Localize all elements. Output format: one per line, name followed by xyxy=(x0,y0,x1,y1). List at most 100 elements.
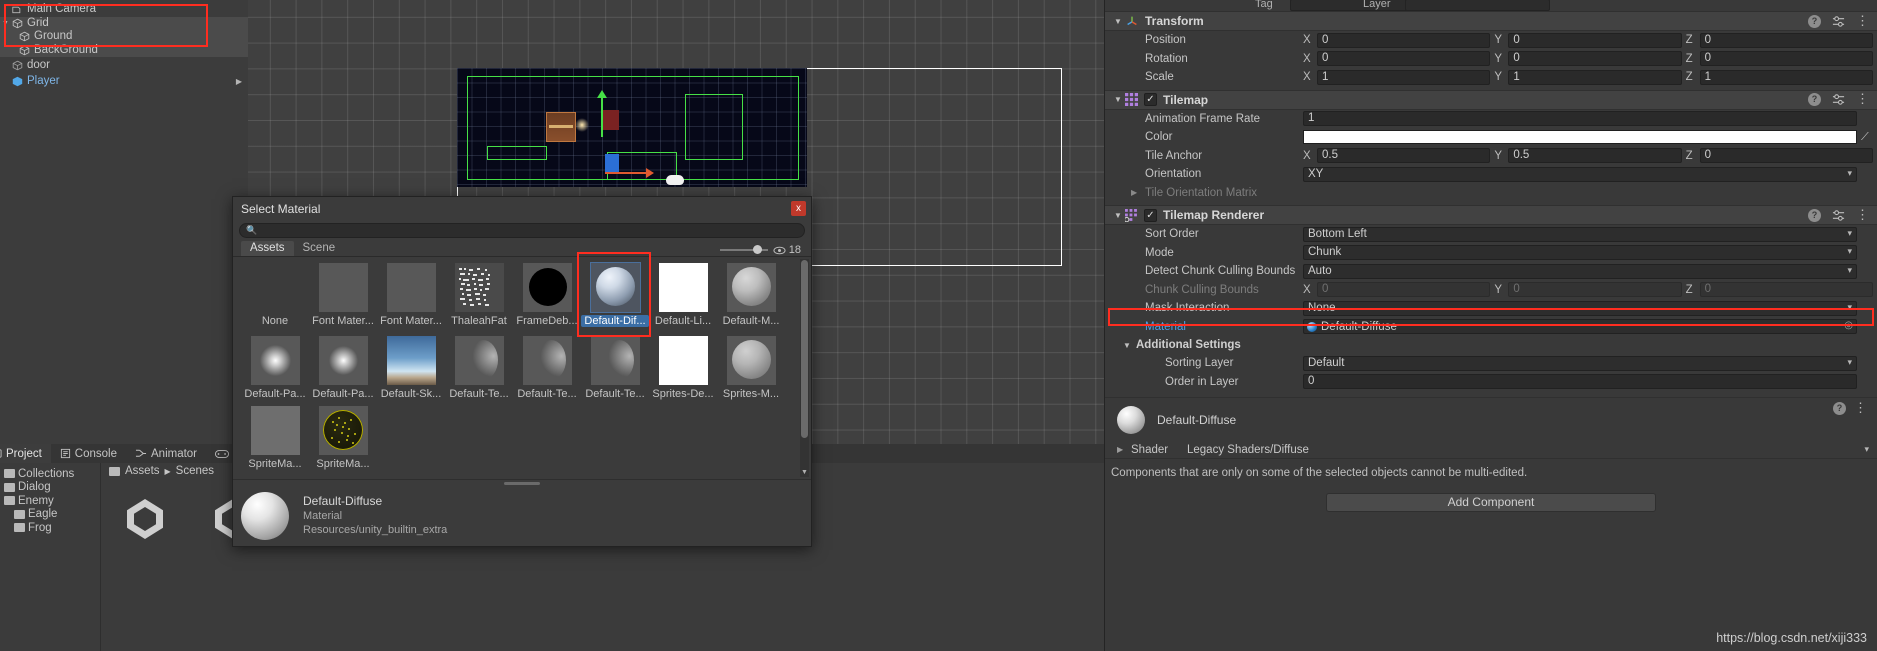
help-icon[interactable]: ? xyxy=(1808,208,1821,222)
material-thumbnail[interactable] xyxy=(658,336,708,385)
foldout-icon[interactable] xyxy=(0,3,11,17)
rotation-y-field[interactable]: 0 xyxy=(1508,51,1682,67)
rotation-x-field[interactable]: 0 xyxy=(1317,51,1491,67)
scale-x-field[interactable]: 1 xyxy=(1317,69,1491,85)
preset-icon[interactable] xyxy=(1832,93,1845,106)
material-thumbnail[interactable] xyxy=(250,406,300,455)
dialog-material-grid[interactable]: None Font Mater... Font Mater... Thaleah… xyxy=(241,262,797,476)
hierarchy-row-ground[interactable]: Ground xyxy=(0,30,248,44)
material-cell-font-material-1[interactable]: Font Mater... xyxy=(309,263,377,330)
project-folder-tree[interactable]: Collections Dialog Enemy Eagle Frog xyxy=(0,463,100,651)
vector3-field[interactable]: X0 Y0 Z0 xyxy=(1303,32,1877,48)
layer-dropdown[interactable] xyxy=(1405,0,1550,11)
property-row-mode[interactable]: Mode Chunk xyxy=(1105,244,1877,263)
material-cell-default-skybox[interactable]: Default-Sk... xyxy=(377,336,445,400)
thumbnail-size-slider[interactable] xyxy=(719,245,768,254)
material-thumbnail[interactable] xyxy=(590,336,640,385)
material-thumbnail[interactable] xyxy=(658,263,708,312)
inspector-panel[interactable]: Tag Layer ▼ Transform ? ⋮ Position X0 Y0… xyxy=(1104,0,1877,651)
vector3-field[interactable]: X1 Y1 Z1 xyxy=(1303,69,1877,85)
property-row-rotation[interactable]: Rotation X0 Y0 Z0 xyxy=(1105,50,1877,69)
foldout-icon[interactable] xyxy=(0,59,11,73)
material-thumbnail[interactable] xyxy=(454,263,504,312)
select-material-dialog[interactable]: Select Material x 🔍 Assets Scene 18 None… xyxy=(232,196,812,547)
position-y-field[interactable]: 0 xyxy=(1508,32,1682,48)
property-row-sort-order[interactable]: Sort Order Bottom Left xyxy=(1105,225,1877,244)
tab-assets[interactable]: Assets xyxy=(241,241,294,256)
help-icon[interactable]: ? xyxy=(1808,93,1821,106)
property-row-detect-chunk-culling-bounds[interactable]: Detect Chunk Culling Bounds Auto xyxy=(1105,262,1877,281)
material-cell-sprites-default[interactable]: Sprites-De... xyxy=(649,336,717,400)
kebab-menu-icon[interactable]: ⋮ xyxy=(1856,92,1869,106)
material-thumbnail[interactable] xyxy=(250,336,300,385)
material-thumbnail[interactable] xyxy=(318,263,368,312)
tab-scene[interactable]: Scene xyxy=(294,241,345,256)
add-component-button[interactable]: Add Component xyxy=(1326,493,1656,512)
material-thumbnail[interactable] xyxy=(589,262,641,313)
dialog-search-input[interactable]: 🔍 xyxy=(239,223,805,238)
material-thumbnail[interactable] xyxy=(386,336,436,385)
property-row-scale[interactable]: Scale X1 Y1 Z1 xyxy=(1105,68,1877,87)
foldout-icon[interactable]: ▼ xyxy=(0,17,11,31)
material-cell-thaleahfat[interactable]: ThaleahFat xyxy=(445,263,513,330)
material-thumbnail[interactable] xyxy=(318,336,368,385)
tab-console[interactable]: Console xyxy=(51,444,126,463)
component-actions[interactable]: ? ⋮ xyxy=(1808,14,1869,28)
folder-enemy[interactable]: Enemy xyxy=(0,494,100,508)
tab-project[interactable]: Project xyxy=(0,444,51,463)
kebab-menu-icon[interactable]: ⋮ xyxy=(1856,208,1869,222)
foldout-icon[interactable]: ▼ xyxy=(1111,95,1125,104)
component-actions[interactable]: ? ⋮ xyxy=(1808,208,1869,222)
hierarchy-row-player[interactable]: Player ▶ xyxy=(0,75,248,89)
property-row-tile-orientation-matrix[interactable]: ▶ Tile Orientation Matrix xyxy=(1105,184,1877,203)
tile-anchor-y-field[interactable]: 0.5 xyxy=(1508,148,1682,164)
material-cell-default-terrain-2[interactable]: Default-Te... xyxy=(513,336,581,400)
animation-frame-rate-field[interactable]: 1 xyxy=(1303,111,1857,127)
additional-settings-header[interactable]: ▼ Additional Settings xyxy=(1105,336,1877,354)
foldout-icon[interactable]: ▼ xyxy=(1123,341,1136,350)
property-row-position[interactable]: Position X0 Y0 Z0 xyxy=(1105,31,1877,50)
scrollbar-thumb[interactable] xyxy=(801,260,808,438)
sorting-layer-dropdown[interactable]: Default xyxy=(1303,355,1857,371)
material-cell-default-diffuse[interactable]: Default-Dif... xyxy=(581,262,649,330)
material-thumbnail[interactable] xyxy=(386,263,436,312)
hierarchy-row-door[interactable]: door xyxy=(0,59,248,73)
material-thumbnail[interactable] xyxy=(318,406,368,455)
breadcrumb-assets[interactable]: Assets xyxy=(125,465,160,477)
folder-dialog[interactable]: Dialog xyxy=(0,481,100,495)
component-header-tilemap[interactable]: ▼ ✓ Tilemap ? ⋮ xyxy=(1105,89,1877,110)
material-cell-default-particle-1[interactable]: Default-Pa... xyxy=(241,336,309,400)
material-cell-spritemat-1[interactable]: SpriteMa... xyxy=(241,406,309,470)
hierarchy-panel[interactable]: Main Camera ▼ Grid Ground BackGround doo… xyxy=(0,0,248,444)
position-x-field[interactable]: 0 xyxy=(1317,32,1491,48)
dialog-material-grid-body[interactable]: None Font Mater... Font Mater... Thaleah… xyxy=(233,257,811,479)
folder-frog[interactable]: Frog xyxy=(0,521,100,535)
tile-anchor-z-field[interactable]: 0 xyxy=(1699,148,1873,164)
move-gizmo-y-axis[interactable] xyxy=(597,90,607,137)
foldout-icon[interactable]: ▼ xyxy=(1111,17,1125,26)
vector3-field[interactable]: X0 Y0 Z0 xyxy=(1303,51,1877,67)
property-row-material[interactable]: Material Default-Diffuse xyxy=(1105,318,1877,337)
dialog-zoom-controls[interactable]: 18 xyxy=(719,244,811,256)
dialog-scrollbar[interactable]: ▲ ▼ xyxy=(800,259,809,477)
rotation-z-field[interactable]: 0 xyxy=(1699,51,1873,67)
close-icon[interactable]: x xyxy=(791,201,806,216)
material-cell-default-material[interactable]: Default-M... xyxy=(717,263,785,330)
material-preview-actions[interactable]: ? ⋮ xyxy=(1833,401,1867,415)
property-row-color[interactable]: Color ⟋ xyxy=(1105,128,1877,147)
foldout-icon[interactable] xyxy=(0,75,11,89)
material-thumbnail[interactable] xyxy=(522,336,572,385)
property-row-tile-anchor[interactable]: Tile Anchor X 0.5 Y 0.5 Z0 xyxy=(1105,147,1877,166)
hierarchy-row-grid[interactable]: ▼ Grid xyxy=(0,16,248,31)
breadcrumb-scenes[interactable]: Scenes xyxy=(176,465,214,477)
preset-icon[interactable] xyxy=(1832,15,1845,28)
material-thumbnail[interactable] xyxy=(454,336,504,385)
help-icon[interactable]: ? xyxy=(1808,14,1821,28)
detect-chunk-culling-bounds-dropdown[interactable]: Auto xyxy=(1303,263,1857,279)
shader-value[interactable]: Legacy Shaders/Diffuse xyxy=(1187,444,1871,456)
folder-eagle[interactable]: Eagle xyxy=(0,508,100,522)
unity-scene-icon[interactable] xyxy=(121,495,169,543)
position-z-field[interactable]: 0 xyxy=(1699,32,1873,48)
tilemap-enabled-checkbox[interactable]: ✓ xyxy=(1144,93,1157,106)
scale-z-field[interactable]: 1 xyxy=(1699,69,1873,85)
